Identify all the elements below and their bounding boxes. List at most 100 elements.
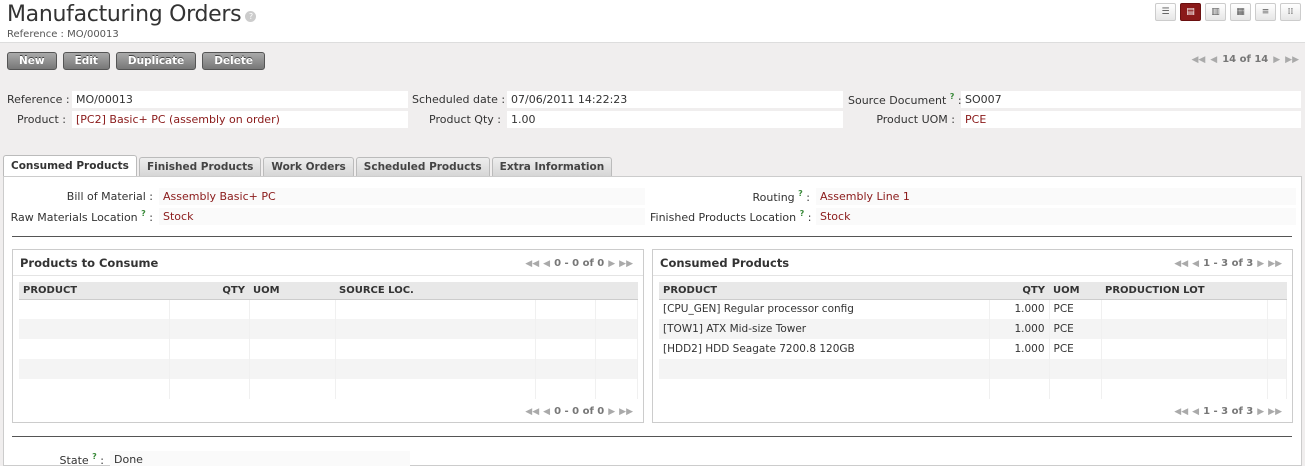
gantt-view-icon[interactable]: ≡ <box>1255 3 1276 21</box>
column-header[interactable]: SOURCE LOC. <box>335 282 535 300</box>
column-header[interactable]: PRODUCT <box>19 282 169 300</box>
raw-location-field: Raw Materials Location ? : Stock <box>7 208 645 225</box>
graph-view-icon[interactable]: ▥ <box>1205 3 1226 21</box>
scheduled-date-label: Scheduled date : <box>412 93 506 106</box>
calendar-view-icon[interactable]: ▦ <box>1230 3 1251 21</box>
delete-button[interactable]: Delete <box>202 52 265 70</box>
column-header[interactable]: QTY <box>169 282 249 300</box>
list-pager-text: 0 - 0 of 0 <box>554 406 605 417</box>
last-page-icon[interactable]: ▶▶ <box>619 407 633 417</box>
bom-value[interactable]: Assembly Basic+ PC <box>159 188 645 205</box>
state-label: State ? : <box>59 452 104 466</box>
products-to-consume-list: Products to Consume ◀◀ ◀ 0 - 0 of 0 ▶ ▶▶… <box>12 249 644 423</box>
tab-work-orders[interactable]: Work Orders <box>263 157 354 176</box>
new-button[interactable]: New <box>7 52 57 70</box>
first-page-icon[interactable]: ◀◀ <box>525 407 539 417</box>
lot-cell <box>1101 299 1268 319</box>
product-field: Product : [PC2] Basic+ PC (assembly on o… <box>7 111 408 128</box>
lot-cell <box>1101 319 1268 339</box>
list-pager-bottom: ◀◀ ◀ 1 - 3 of 3 ▶ ▶▶ <box>1174 406 1282 417</box>
list-pager-bottom: ◀◀ ◀ 0 - 0 of 0 ▶ ▶▶ <box>525 406 633 417</box>
scheduled-date-field: Scheduled date : 07/06/2011 14:22:23 <box>412 91 843 108</box>
column-header[interactable]: UOM <box>1049 282 1101 300</box>
table-row[interactable]: [HDD2] HDD Seagate 7200.8 120GB 1.000 PC… <box>659 339 1287 359</box>
first-page-icon[interactable]: ◀◀ <box>1174 407 1188 417</box>
tab-scheduled-products[interactable]: Scheduled Products <box>355 157 490 176</box>
help-icon[interactable]: ? <box>950 92 955 101</box>
tab-consumed-products[interactable]: Consumed Products <box>3 155 137 176</box>
last-page-icon[interactable]: ▶▶ <box>1268 407 1282 417</box>
last-page-icon[interactable]: ▶▶ <box>619 259 633 269</box>
tab-extra-information[interactable]: Extra Information <box>491 157 613 176</box>
first-record-icon[interactable]: ◀◀ <box>1191 55 1205 65</box>
help-icon[interactable]: ? <box>800 209 805 218</box>
scheduled-date-value: 07/06/2011 14:22:23 <box>507 91 843 108</box>
view-switcher: ☰ ▤ ▥ ▦ ≡ ⁞⁞ <box>1155 3 1301 21</box>
list-pager-text: 0 - 0 of 0 <box>554 258 605 269</box>
column-header[interactable]: PRODUCT <box>659 282 989 300</box>
uom-cell: PCE <box>1049 299 1102 319</box>
record-pager: ◀◀ ◀ 14 of 14 ▶ ▶▶ <box>1191 54 1299 65</box>
help-icon[interactable]: ? <box>92 452 97 461</box>
prev-record-icon[interactable]: ◀ <box>1210 55 1217 65</box>
finished-location-field: Finished Products Location ? : Stock <box>650 208 1296 225</box>
product-label: Product : <box>17 113 66 126</box>
page-subtitle: Reference : MO/00013 <box>7 29 119 40</box>
product-uom-label: Product UOM : <box>876 113 955 126</box>
next-page-icon[interactable]: ▶ <box>1257 407 1264 417</box>
grid-header-row: PRODUCT QTY UOM SOURCE LOC. <box>19 282 638 300</box>
divider <box>12 236 1292 237</box>
uom-cell: PCE <box>1049 319 1102 339</box>
routing-field: Routing ? : Assembly Line 1 <box>650 188 1296 205</box>
first-page-icon[interactable]: ◀◀ <box>1174 259 1188 269</box>
notebook-tabs: Consumed Products Finished Products Work… <box>3 155 613 176</box>
prev-page-icon[interactable]: ◀ <box>543 407 550 417</box>
last-record-icon[interactable]: ▶▶ <box>1285 55 1299 65</box>
help-icon[interactable]: ? <box>141 209 146 218</box>
table-row[interactable]: [TOW1] ATX Mid-size Tower 1.000 PCE <box>659 319 1287 339</box>
prev-page-icon[interactable]: ◀ <box>543 259 550 269</box>
list-title: Consumed Products <box>660 256 790 270</box>
list-view-icon[interactable]: ☰ <box>1155 3 1176 21</box>
page-header: Manufacturing Orders? Reference : MO/000… <box>0 0 1305 43</box>
list-pager: ◀◀ ◀ 1 - 3 of 3 ▶ ▶▶ <box>1174 258 1282 269</box>
next-page-icon[interactable]: ▶ <box>608 407 615 417</box>
bom-field: Bill of Material : Assembly Basic+ PC <box>7 188 645 205</box>
product-uom-value[interactable]: PCE <box>961 111 1301 128</box>
product-qty-label: Product Qty : <box>429 113 501 126</box>
product-uom-field: Product UOM : PCE <box>848 111 1301 128</box>
duplicate-button[interactable]: Duplicate <box>115 52 197 70</box>
last-page-icon[interactable]: ▶▶ <box>1268 259 1282 269</box>
source-document-field: Source Document ? : SO007 <box>848 91 1301 108</box>
source-document-label: Source Document ? : <box>848 92 962 107</box>
form-view-icon[interactable]: ▤ <box>1180 3 1201 21</box>
column-header <box>1267 282 1287 300</box>
table-row[interactable]: [CPU_GEN] Regular processor config 1.000… <box>659 299 1287 319</box>
diagram-view-icon[interactable]: ⁞⁞ <box>1280 3 1301 21</box>
product-value[interactable]: [PC2] Basic+ PC (assembly on order) <box>72 111 408 128</box>
column-header[interactable]: UOM <box>249 282 335 300</box>
column-header[interactable]: QTY <box>989 282 1049 300</box>
help-icon[interactable]: ? <box>245 11 257 22</box>
next-page-icon[interactable]: ▶ <box>608 259 615 269</box>
bom-label: Bill of Material : <box>66 190 153 203</box>
first-page-icon[interactable]: ◀◀ <box>525 259 539 269</box>
next-page-icon[interactable]: ▶ <box>1257 259 1264 269</box>
lot-cell <box>1101 339 1268 359</box>
action-toolbar: New Edit Duplicate Delete <box>7 52 265 70</box>
column-header[interactable]: PRODUCTION LOT <box>1101 282 1267 300</box>
finished-location-value[interactable]: Stock <box>816 208 1296 225</box>
prev-page-icon[interactable]: ◀ <box>1192 259 1199 269</box>
edit-button[interactable]: Edit <box>62 52 110 70</box>
product-cell: [HDD2] HDD Seagate 7200.8 120GB <box>659 339 990 359</box>
table-row <box>659 359 1287 379</box>
tab-finished-products[interactable]: Finished Products <box>138 157 262 176</box>
product-cell: [TOW1] ATX Mid-size Tower <box>659 319 990 339</box>
routing-value[interactable]: Assembly Line 1 <box>816 188 1296 205</box>
routing-label: Routing ? : <box>752 189 810 204</box>
record-pager-text: 14 of 14 <box>1222 54 1269 65</box>
raw-location-value[interactable]: Stock <box>159 208 645 225</box>
prev-page-icon[interactable]: ◀ <box>1192 407 1199 417</box>
next-record-icon[interactable]: ▶ <box>1273 55 1280 65</box>
help-icon[interactable]: ? <box>798 189 803 198</box>
